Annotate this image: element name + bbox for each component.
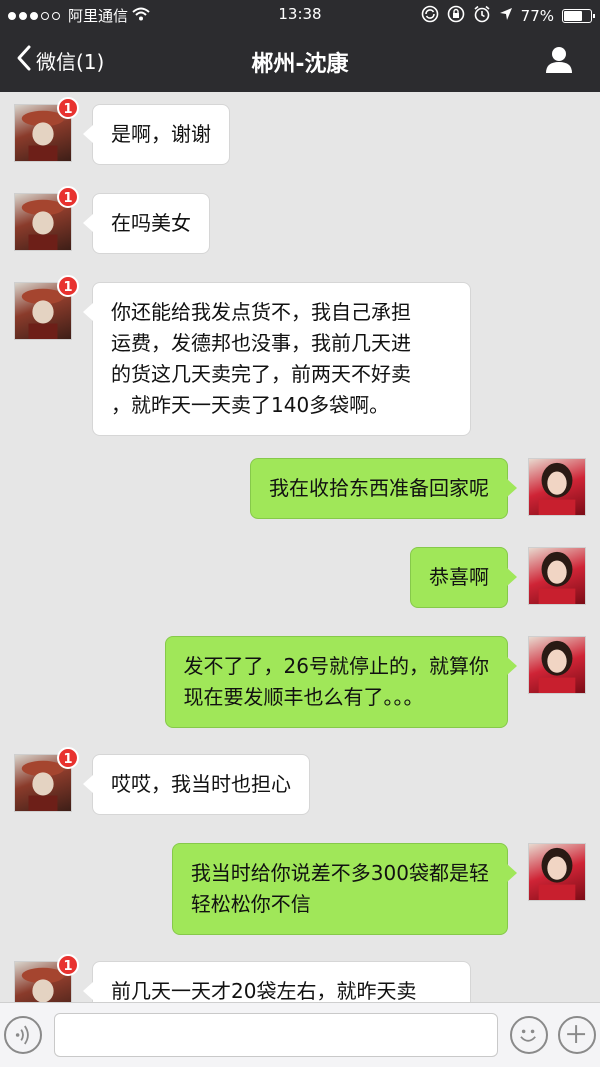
message-text: 在吗美女 <box>111 211 191 235</box>
contact-avatar[interactable]: 1 <box>14 954 79 1002</box>
self-avatar[interactable] <box>528 843 586 901</box>
plus-icon <box>560 1018 594 1052</box>
unread-badge: 1 <box>57 97 79 119</box>
message-bubble[interactable]: 我在收拾东西准备回家呢 <box>250 458 517 519</box>
nav-bar: 微信(1) 郴州-沈康 <box>0 30 600 92</box>
unread-badge: 1 <box>57 275 79 297</box>
plus-button[interactable] <box>558 1016 596 1054</box>
sync-icon <box>421 5 439 27</box>
input-bar <box>0 1002 600 1067</box>
chat-title: 郴州-沈康 <box>251 52 349 77</box>
message-input[interactable] <box>54 1013 498 1057</box>
battery-icon <box>562 9 595 23</box>
message-text: 我在收拾东西准备回家呢 <box>269 476 489 500</box>
self-avatar[interactable] <box>528 547 586 605</box>
contact-avatar[interactable]: 1 <box>14 97 79 162</box>
status-right-group: 77% <box>421 5 595 27</box>
message-bubble[interactable]: 前几天一天才20袋左右，就昨天卖 <box>83 961 471 1002</box>
message-text-line: 运费，发德邦也没事，我前几天进 <box>111 331 411 355</box>
profile-icon <box>544 47 574 78</box>
orientation-lock-icon <box>447 5 465 27</box>
contact-avatar[interactable]: 1 <box>14 275 79 340</box>
message-text-line: 轻松松你不信 <box>190 892 311 916</box>
message-text-line: 前几天一天才20袋左右，就昨天卖 <box>111 979 417 1002</box>
location-icon <box>499 7 513 25</box>
message-text-line: 你还能给我发点货不，我自己承担 <box>111 300 411 324</box>
contact-avatar[interactable]: 1 <box>14 747 79 812</box>
unread-badge: 1 <box>57 747 79 769</box>
message-bubble[interactable]: 你还能给我发点货不，我自己承担 运费，发德邦也没事，我前几天进 的货这几天卖完了… <box>83 282 471 436</box>
unread-badge: 1 <box>57 954 79 976</box>
alarm-icon <box>473 5 491 27</box>
self-avatar[interactable] <box>528 458 586 516</box>
message-bubble[interactable]: 恭喜啊 <box>410 547 517 608</box>
message-text: 恭喜啊 <box>429 565 489 589</box>
message-bubble[interactable]: 发不了了，26号就停止的，就算你 现在要发顺丰也么有了。。。 <box>164 636 518 728</box>
emoji-button[interactable] <box>510 1016 548 1054</box>
message-text-line: ，就昨天一天卖了140多袋啊。 <box>111 393 390 417</box>
message-text-line: 现在要发顺丰也么有了。。。 <box>183 685 424 709</box>
message-bubble[interactable]: 哎哎，我当时也担心 <box>83 754 310 815</box>
emoji-icon <box>512 1018 546 1052</box>
message-text: 是啊，谢谢 <box>111 122 211 146</box>
message-text-line: 的货这几天卖完了，前两天不好卖 <box>111 362 411 386</box>
message-text-line: 我当时给你说差不多300袋都是轻 <box>190 861 489 885</box>
chat-area[interactable]: 1 是啊，谢谢 1 在吗美女 1 你还能给我发点货不，我自己承担 运费，发德邦也… <box>0 92 600 1002</box>
status-bar: 阿里通信 13:38 77% <box>0 0 600 30</box>
contact-avatar[interactable]: 1 <box>14 186 79 251</box>
message-text: 哎哎，我当时也担心 <box>111 772 291 796</box>
message-bubble[interactable]: 在吗美女 <box>83 193 210 254</box>
battery-percent: 77% <box>520 7 554 25</box>
message-bubble[interactable]: 我当时给你说差不多300袋都是轻 轻松松你不信 <box>171 843 518 935</box>
voice-button[interactable] <box>4 1016 42 1054</box>
voice-icon <box>6 1018 40 1052</box>
unread-badge: 1 <box>57 186 79 208</box>
message-bubble[interactable]: 是啊，谢谢 <box>83 104 230 165</box>
message-text-line: 发不了了，26号就停止的，就算你 <box>183 654 489 678</box>
self-avatar[interactable] <box>528 636 586 694</box>
profile-button[interactable] <box>544 46 574 78</box>
